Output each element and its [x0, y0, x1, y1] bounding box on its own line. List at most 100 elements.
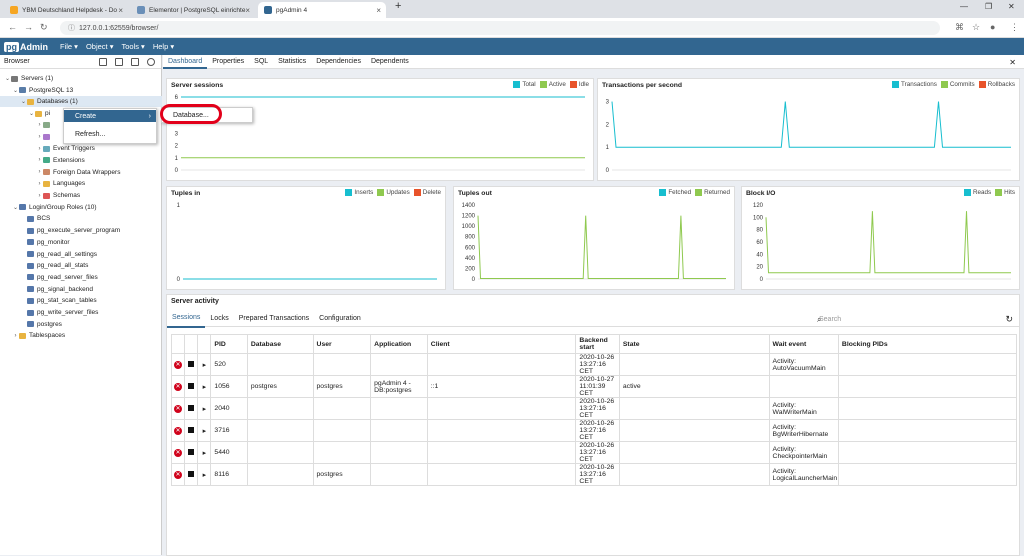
new-tab-icon[interactable]: + — [395, 0, 401, 12]
tree-item[interactable]: pg_read_server_files — [0, 272, 162, 283]
expand-row-icon[interactable]: ▸ — [203, 362, 206, 369]
expand-row-icon[interactable]: ▸ — [203, 384, 206, 391]
cancel-query-icon[interactable] — [188, 426, 195, 433]
tree-item[interactable]: pg_signal_backend — [0, 284, 162, 295]
tab-sessions[interactable]: Sessions — [167, 310, 206, 328]
menu-help[interactable]: Help ▾ — [153, 42, 174, 51]
tab-configuration[interactable]: Configuration — [314, 311, 366, 327]
close-tab-icon[interactable]: × — [245, 6, 250, 15]
cancel-query-icon[interactable] — [188, 404, 195, 411]
expand-row-icon[interactable]: ▸ — [203, 450, 206, 457]
bookmark-star-icon[interactable]: ☆ — [972, 22, 980, 33]
minimize-icon[interactable]: — — [960, 2, 968, 11]
table-row[interactable]: ✕ ▸ 8116 postgres 2020-10-26 13:27:16 CET Act… — [170, 463, 1018, 486]
terminate-session-icon[interactable]: ✕ — [174, 360, 183, 369]
cancel-query-icon[interactable] — [188, 382, 195, 389]
column-header[interactable]: Blocking PIDs — [837, 334, 1018, 354]
tree-item[interactable]: pg_write_server_files — [0, 307, 162, 318]
tree-item[interactable]: › Extensions — [0, 155, 162, 166]
tree-item[interactable]: ⌄ Databases (1) — [0, 96, 162, 108]
cancel-query-icon[interactable] — [188, 360, 195, 367]
browser-tab-elementor[interactable]: Elementor | PostgreSQL einrichte × — [131, 2, 255, 18]
tab-prepared-transactions[interactable]: Prepared Transactions — [234, 311, 314, 327]
expand-toggle-icon[interactable]: ⌄ — [12, 87, 19, 94]
terminate-session-icon[interactable]: ✕ — [174, 404, 183, 413]
tab-statistics[interactable]: Statistics — [273, 55, 311, 69]
cancel-query-icon[interactable] — [188, 448, 195, 455]
close-tab-icon[interactable]: × — [118, 6, 123, 15]
tree-item[interactable]: › Tablespaces — [0, 330, 162, 341]
tree-item[interactable]: postgres — [0, 319, 162, 330]
table-row[interactable]: ✕ ▸ 2040 2020-10-26 13:27:16 CET Activity: W… — [170, 397, 1018, 420]
column-header[interactable]: Wait event — [768, 334, 839, 354]
browser-tab-ybm[interactable]: YBM Deutschland Helpdesk - Do × — [4, 2, 128, 18]
column-header[interactable]: Application — [370, 334, 428, 354]
expand-row-icon[interactable]: ▸ — [203, 472, 206, 479]
tree-item[interactable]: pg_execute_server_program — [0, 225, 162, 236]
column-header[interactable]: Database — [246, 334, 314, 354]
tree-item[interactable]: › Languages — [0, 178, 162, 189]
expand-toggle-icon[interactable]: ⌄ — [4, 75, 11, 82]
window-close-icon[interactable]: ✕ — [1008, 2, 1015, 11]
column-header[interactable]: State — [618, 334, 770, 354]
menu-object[interactable]: Object ▾ — [86, 42, 114, 51]
tree-item[interactable]: pg_read_all_settings — [0, 249, 162, 260]
back-icon[interactable]: ← — [8, 22, 17, 32]
tab-properties[interactable]: Properties — [207, 55, 249, 69]
more-menu-icon[interactable]: ⋮ — [1010, 22, 1019, 33]
terminate-session-icon[interactable]: ✕ — [174, 448, 183, 457]
tree-item[interactable]: pg_stat_scan_tables — [0, 295, 162, 306]
tree-item[interactable]: › Schemas — [0, 190, 162, 201]
expand-toggle-icon[interactable]: › — [36, 134, 43, 140]
tree-item[interactable]: ⌄ Servers (1) — [0, 73, 162, 84]
close-panel-icon[interactable]: ✕ — [1009, 58, 1016, 67]
tree-item[interactable]: BCS — [0, 213, 162, 224]
terminate-session-icon[interactable]: ✕ — [174, 426, 183, 435]
maximize-icon[interactable]: ❐ — [985, 2, 992, 11]
tree-item[interactable]: › Event Triggers — [0, 143, 162, 154]
tab-sql[interactable]: SQL — [249, 55, 273, 69]
terminate-session-icon[interactable]: ✕ — [174, 382, 183, 391]
table-row[interactable]: ✕ ▸ 1056 postgres postgres pgAdmin 4 - DB:pos… — [170, 375, 1018, 398]
search-icon[interactable] — [147, 58, 155, 66]
context-menu-refresh[interactable]: Refresh... — [75, 131, 105, 138]
column-header[interactable]: Client — [426, 334, 577, 354]
translate-icon[interactable]: ⌘ — [955, 22, 964, 33]
cancel-query-icon[interactable] — [188, 470, 195, 477]
refresh-icon[interactable]: ↻ — [1005, 314, 1013, 325]
expand-toggle-icon[interactable]: › — [36, 157, 43, 163]
column-header[interactable]: PID — [210, 334, 248, 354]
column-header[interactable]: User — [312, 334, 372, 354]
menu-tools[interactable]: Tools ▾ — [121, 42, 144, 51]
forward-icon[interactable]: → — [24, 22, 33, 32]
menu-file[interactable]: File ▾ — [60, 42, 78, 51]
tab-dependencies[interactable]: Dependencies — [311, 55, 366, 69]
table-row[interactable]: ✕ ▸ 3716 2020-10-26 13:27:16 CET Activity: B… — [170, 419, 1018, 442]
context-menu-create[interactable]: Create › — [64, 110, 156, 122]
expand-toggle-icon[interactable]: ⌄ — [12, 204, 19, 211]
tab-dashboard[interactable]: Dashboard — [163, 55, 208, 69]
tree-item[interactable]: ⌄ PostgreSQL 13 — [0, 85, 162, 96]
column-header[interactable]: Backend start — [575, 334, 620, 354]
expand-toggle-icon[interactable]: ⌄ — [28, 110, 35, 117]
expand-toggle-icon[interactable]: › — [36, 181, 43, 187]
terminate-session-icon[interactable]: ✕ — [174, 470, 183, 479]
account-icon[interactable]: ● — [990, 22, 995, 32]
table-icon[interactable] — [115, 58, 123, 66]
tree-item[interactable]: pg_read_all_stats — [0, 260, 162, 271]
expand-toggle-icon[interactable]: ⌄ — [20, 98, 27, 105]
properties-icon[interactable] — [99, 58, 107, 66]
expand-toggle-icon[interactable]: › — [36, 146, 43, 152]
expand-toggle-icon[interactable]: › — [12, 333, 19, 339]
browser-tab-pgadmin[interactable]: pgAdmin 4 × — [258, 2, 386, 18]
tree-item[interactable]: › Foreign Data Wrappers — [0, 167, 162, 178]
expand-toggle-icon[interactable]: › — [36, 169, 43, 175]
url-input[interactable]: ⓘ 127.0.0.1:62559/browser/ — [60, 21, 940, 35]
expand-row-icon[interactable]: ▸ — [203, 428, 206, 435]
table-row[interactable]: ✕ ▸ 520 2020-10-26 13:27:16 CET Activity: Au… — [170, 353, 1018, 376]
expand-row-icon[interactable]: ▸ — [203, 406, 206, 413]
tree-item[interactable]: ⌄ Login/Group Roles (10) — [0, 202, 162, 213]
expand-toggle-icon[interactable]: › — [36, 122, 43, 128]
tab-dependents[interactable]: Dependents — [366, 55, 414, 69]
tab-locks[interactable]: Locks — [205, 311, 233, 327]
